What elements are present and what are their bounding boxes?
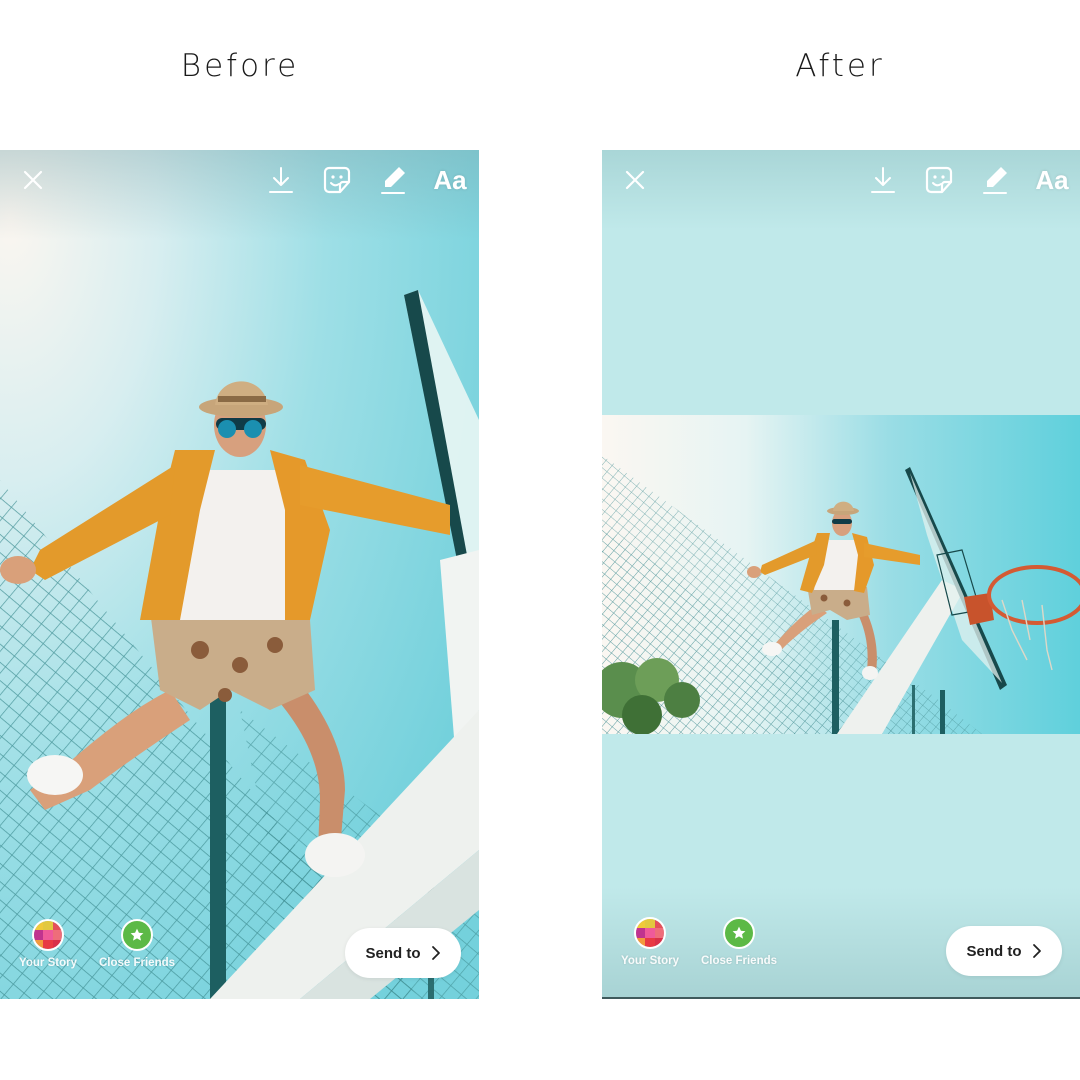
- your-story-button[interactable]: Your Story: [14, 919, 82, 969]
- draw-icon: [983, 167, 1007, 194]
- your-story-button[interactable]: Your Story: [616, 917, 684, 967]
- send-to-label: Send to: [966, 942, 1022, 960]
- your-story-grid-icon: [634, 917, 666, 949]
- your-story-label: Your Story: [621, 955, 679, 967]
- text-tool-button[interactable]: Aa: [1032, 164, 1072, 196]
- story-photo: [602, 415, 1080, 734]
- download-icon: [269, 167, 293, 193]
- draw-icon: [381, 167, 405, 194]
- send-to-button[interactable]: Send to: [345, 928, 461, 978]
- close-friends-button[interactable]: Close Friends: [94, 919, 180, 969]
- send-to-button[interactable]: Send to: [946, 926, 1062, 976]
- close-friends-label: Close Friends: [700, 955, 778, 967]
- close-button[interactable]: [20, 164, 46, 196]
- photo-illustration: [0, 150, 479, 999]
- before-caption: Before: [180, 48, 300, 84]
- send-to-label: Send to: [365, 944, 421, 962]
- story-photo: [0, 150, 479, 999]
- sticker-icon: [925, 166, 953, 194]
- close-friends-star-icon: [121, 919, 153, 951]
- share-bar: Your Story Close Friends Send to: [602, 917, 1080, 997]
- close-friends-label: Close Friends: [98, 957, 176, 969]
- chevron-right-icon: [1032, 944, 1041, 958]
- download-button[interactable]: [868, 164, 898, 196]
- story-toolbar: Aa: [0, 150, 479, 210]
- sticker-icon: [323, 166, 351, 194]
- close-friends-button[interactable]: Close Friends: [696, 917, 782, 967]
- your-story-grid-icon: [32, 919, 64, 951]
- draw-button[interactable]: [378, 164, 408, 196]
- chevron-right-icon: [431, 946, 440, 960]
- draw-button[interactable]: [980, 164, 1010, 196]
- close-friends-star-icon: [723, 917, 755, 949]
- close-button[interactable]: [622, 164, 648, 196]
- sticker-button[interactable]: [924, 164, 954, 196]
- your-story-label: Your Story: [19, 957, 77, 969]
- text-tool-button[interactable]: Aa: [430, 164, 470, 196]
- share-bar: Your Story Close Friends Send to: [0, 919, 479, 999]
- sticker-button[interactable]: [322, 164, 352, 196]
- photo-illustration: [602, 415, 1080, 734]
- download-icon: [871, 167, 895, 193]
- story-toolbar: Aa: [602, 150, 1080, 210]
- close-icon: [23, 170, 43, 190]
- close-icon: [625, 170, 645, 190]
- download-button[interactable]: [266, 164, 296, 196]
- story-editor-before: Aa Your Story Close Friends Send to: [0, 150, 479, 999]
- after-caption: After: [795, 48, 885, 84]
- story-editor-after: Aa Your Story Close Friends Send to: [602, 150, 1080, 999]
